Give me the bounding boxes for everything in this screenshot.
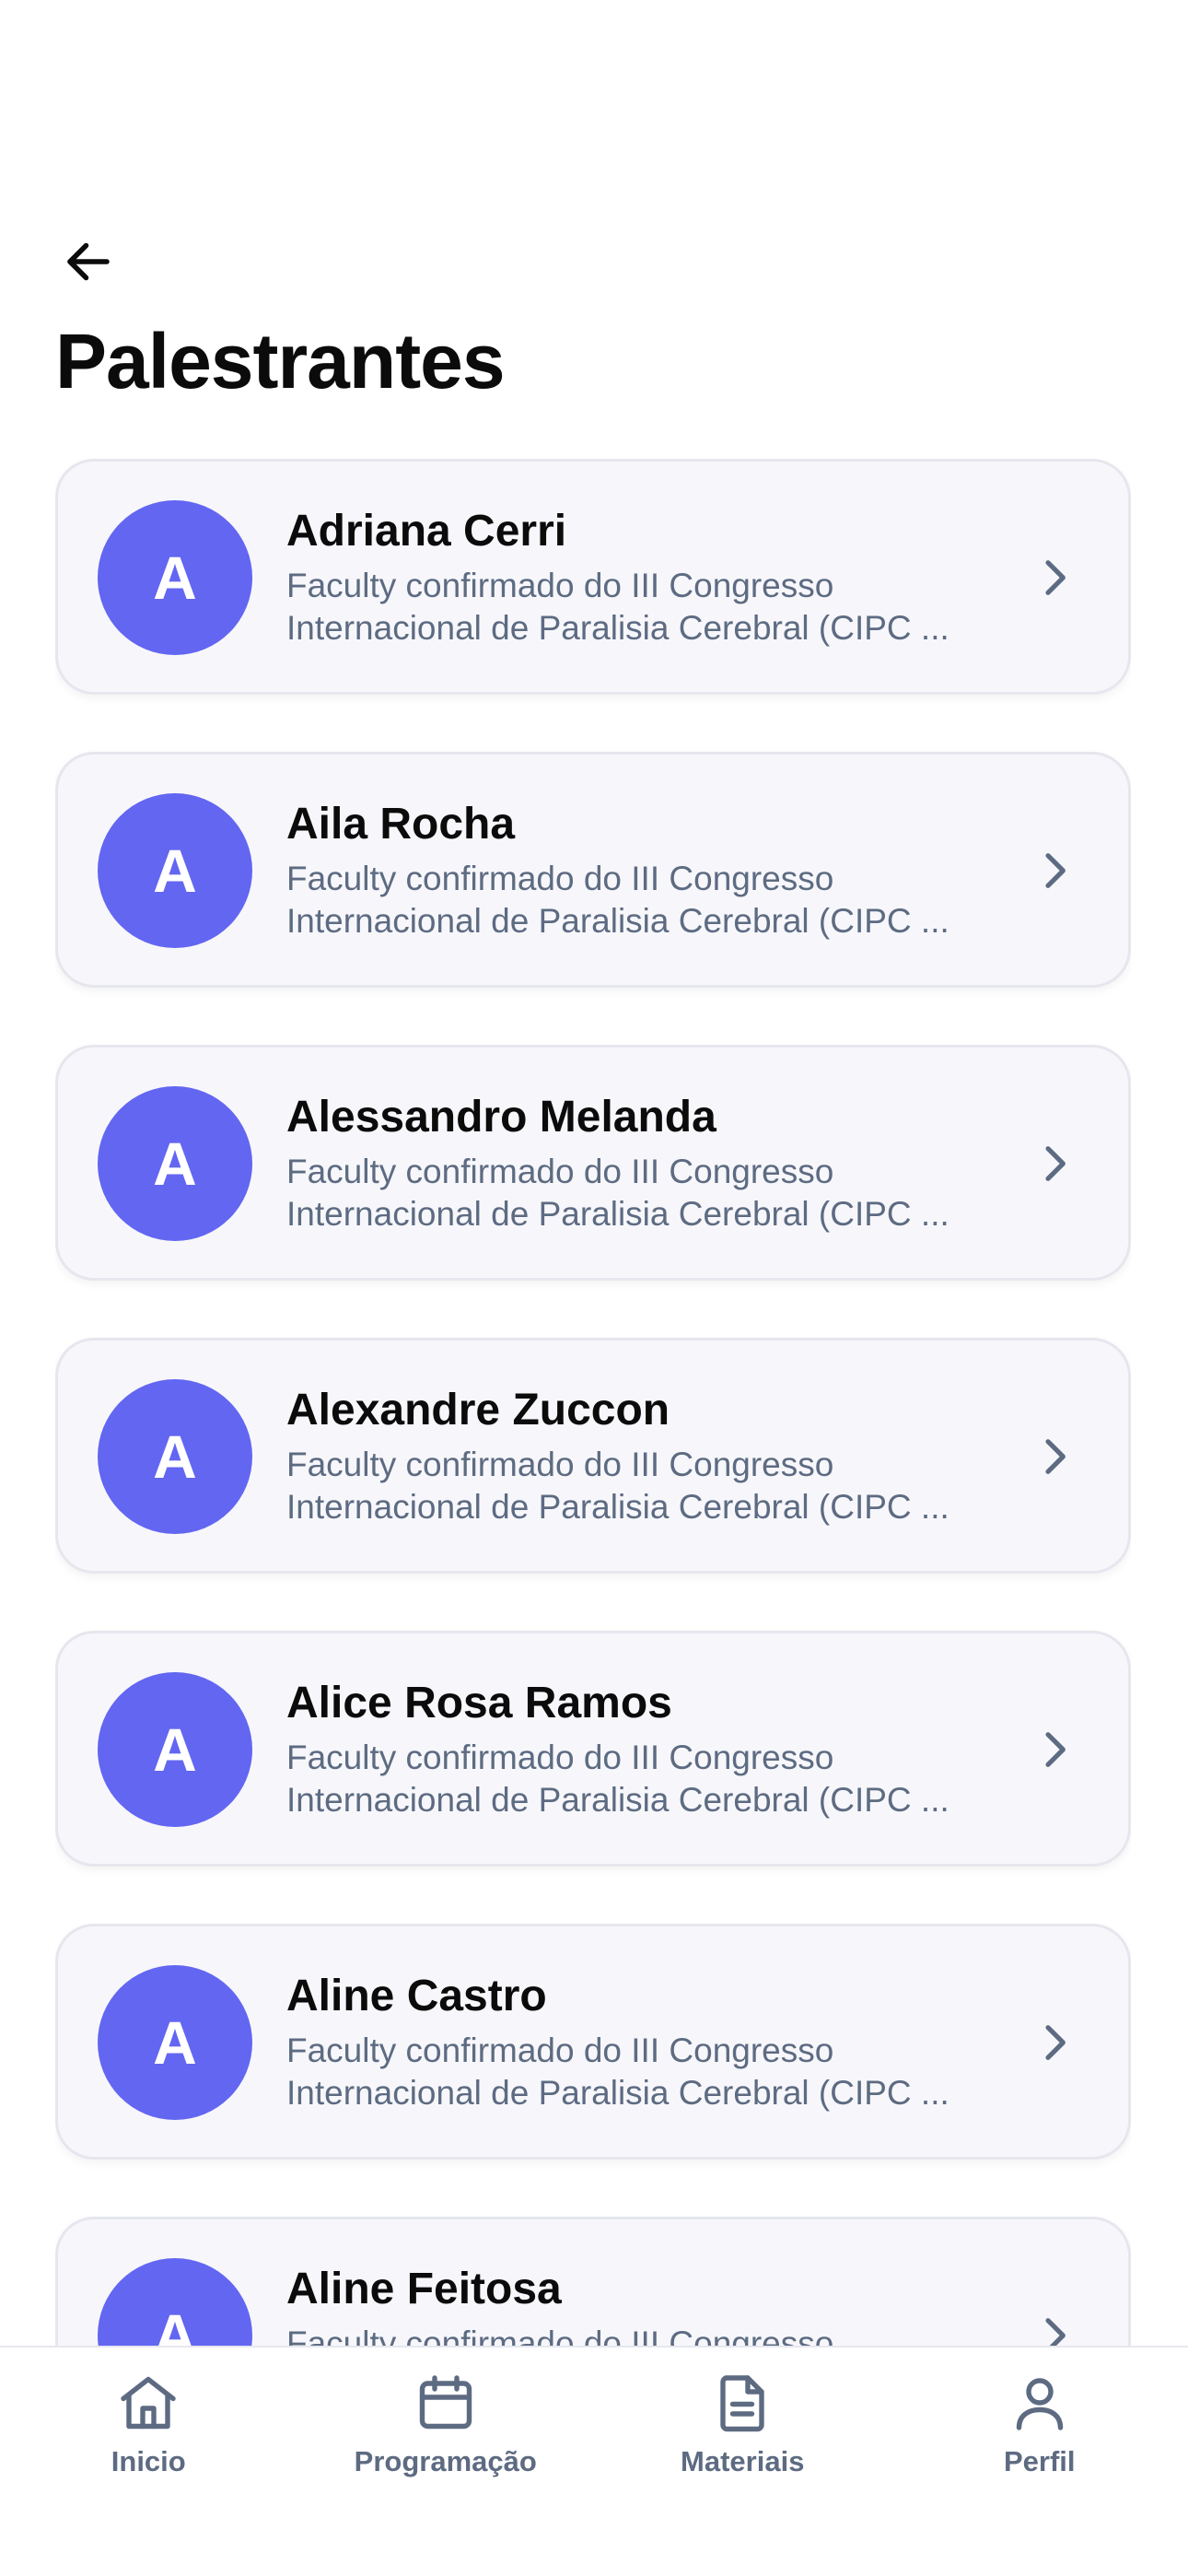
speaker-info: Alice Rosa Ramos Faculty confirmado do I… <box>286 1676 986 1821</box>
avatar: A <box>98 1672 252 1827</box>
speaker-card[interactable]: A Alexandre Zuccon Faculty confirmado do… <box>55 1338 1131 1574</box>
chevron-right-icon <box>1045 1732 1066 1767</box>
chevron-right-icon <box>1045 1439 1066 1474</box>
tab-inicio[interactable]: Inicio <box>1 2370 296 2478</box>
tab-label: Inicio <box>111 2445 186 2477</box>
speaker-name: Alexandre Zuccon <box>286 1386 670 1434</box>
speaker-description: Faculty confirmado do III Congresso Inte… <box>286 2032 949 2112</box>
speaker-name: Aline Castro <box>286 1972 547 2020</box>
speaker-description: Faculty confirmado do III Congresso Inte… <box>286 567 949 647</box>
speaker-info: Alexandre Zuccon Faculty confirmado do I… <box>286 1383 986 1528</box>
speaker-name: Alessandro Melanda <box>286 1093 716 1142</box>
document-icon <box>720 2375 764 2432</box>
speaker-card[interactable]: A Aline Feitosa Faculty confirmado do II… <box>55 2217 1131 2346</box>
avatar: A <box>98 500 252 655</box>
speaker-info: Alessandro Melanda Faculty confirmado do… <box>286 1090 986 1235</box>
tab-label: Materiais <box>681 2445 805 2477</box>
speaker-info: Aline Feitosa Faculty confirmado do III … <box>286 2262 986 2346</box>
speaker-card[interactable]: A Adriana Cerri Faculty confirmado do II… <box>55 459 1131 695</box>
speaker-description: Faculty confirmado do III Congresso Inte… <box>286 1739 949 1819</box>
tab-label: Perfil <box>1003 2445 1076 2477</box>
home-icon <box>121 2376 176 2430</box>
arrow-left-icon <box>67 242 110 281</box>
speaker-description: Faculty confirmado do III Congresso Inte… <box>286 2324 834 2346</box>
page-title: Palestrantes <box>55 318 506 404</box>
speaker-info: Adriana Cerri Faculty confirmado do III … <box>286 504 986 650</box>
avatar: A <box>98 2258 252 2346</box>
avatar: A <box>98 793 252 948</box>
chevron-right-icon <box>1045 560 1066 595</box>
speaker-card[interactable]: A Alessandro Melanda Faculty confirmado … <box>55 1045 1131 1281</box>
speaker-name: Adriana Cerri <box>286 507 567 556</box>
speaker-card[interactable]: A Aline Castro Faculty confirmado do III… <box>55 1924 1131 2160</box>
tab-label: Programação <box>354 2445 537 2477</box>
bottom-tab-bar: Inicio Programação Materiais Perfil <box>0 2346 1188 2576</box>
speaker-info: Aline Castro Faculty confirmado do III C… <box>286 1969 986 2114</box>
speakers-screen: Palestrantes A Adriana Cerri Faculty con… <box>0 0 1188 2576</box>
speaker-name: Aila Rocha <box>286 800 516 849</box>
tab-perfil[interactable]: Perfil <box>892 2370 1187 2478</box>
speaker-description: Faculty confirmado do III Congresso Inte… <box>286 860 949 940</box>
chevron-right-icon <box>1045 2025 1066 2060</box>
speaker-card[interactable]: A Alice Rosa Ramos Faculty confirmado do… <box>55 1631 1131 1867</box>
speaker-info: Aila Rocha Faculty confirmado do III Con… <box>286 797 986 943</box>
avatar: A <box>98 1086 252 1241</box>
speaker-description: Faculty confirmado do III Congresso Inte… <box>286 1153 949 1233</box>
speaker-card[interactable]: A Aila Rocha Faculty confirmado do III C… <box>55 752 1131 988</box>
chevron-right-icon <box>1045 853 1066 888</box>
chevron-right-icon <box>1045 1146 1066 1181</box>
avatar: A <box>98 1965 252 2120</box>
speaker-description: Faculty confirmado do III Congresso Inte… <box>286 1446 949 1526</box>
tab-materiais[interactable]: Materiais <box>595 2370 890 2478</box>
speaker-name: Aline Feitosa <box>286 2265 562 2313</box>
speaker-name: Alice Rosa Ramos <box>286 1679 672 1727</box>
avatar: A <box>98 1379 252 1534</box>
speaker-list[interactable]: A Adriana Cerri Faculty confirmado do II… <box>55 459 1131 2346</box>
back-button[interactable] <box>55 228 122 295</box>
calendar-icon <box>419 2375 472 2430</box>
user-icon <box>1016 2378 1063 2430</box>
chevron-right-icon <box>1045 2318 1066 2346</box>
tab-programacao[interactable]: Programação <box>298 2370 593 2478</box>
